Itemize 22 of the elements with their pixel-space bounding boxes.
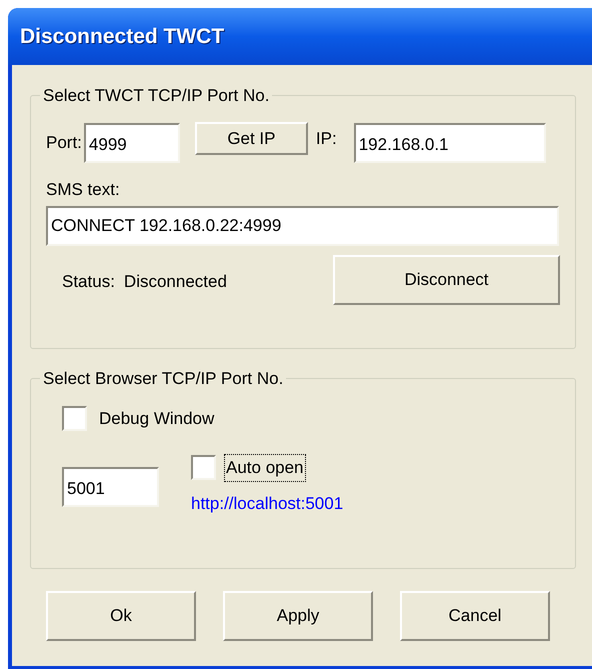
dialog-button[interactable]: Cancel	[400, 591, 550, 641]
status-label: Status:	[62, 271, 115, 293]
checkbox-label: Auto open	[225, 455, 305, 480]
disconnect-button[interactable]: Disconnect	[333, 255, 560, 305]
sms-text-field[interactable]: CONNECT 192.168.0.22:4999	[46, 206, 559, 246]
group-label: Select TWCT TCP/IP Port No.	[42, 85, 270, 107]
ip-label: IP:	[316, 128, 337, 150]
port-field[interactable]: 5001	[62, 467, 159, 507]
status-value: Disconnected	[124, 271, 227, 293]
port-field[interactable]: 4999	[84, 122, 180, 162]
link[interactable]: http://localhost:5001	[191, 490, 344, 516]
get-ip-button[interactable]: Get IP	[194, 122, 308, 155]
window-title: Disconnected TWCT	[20, 24, 224, 50]
ip-field[interactable]: 192.168.0.1	[354, 122, 546, 162]
dialog-button[interactable]: Ok	[46, 591, 196, 641]
checkbox[interactable]	[62, 406, 87, 431]
dialog-button[interactable]: Apply	[223, 591, 373, 641]
port-label: Port:	[46, 132, 82, 154]
group-label: Select Browser TCP/IP Port No.	[42, 368, 284, 390]
sms-label: SMS text:	[46, 178, 120, 200]
checkbox[interactable]	[191, 455, 216, 480]
checkbox-label: Debug Window	[99, 408, 214, 430]
